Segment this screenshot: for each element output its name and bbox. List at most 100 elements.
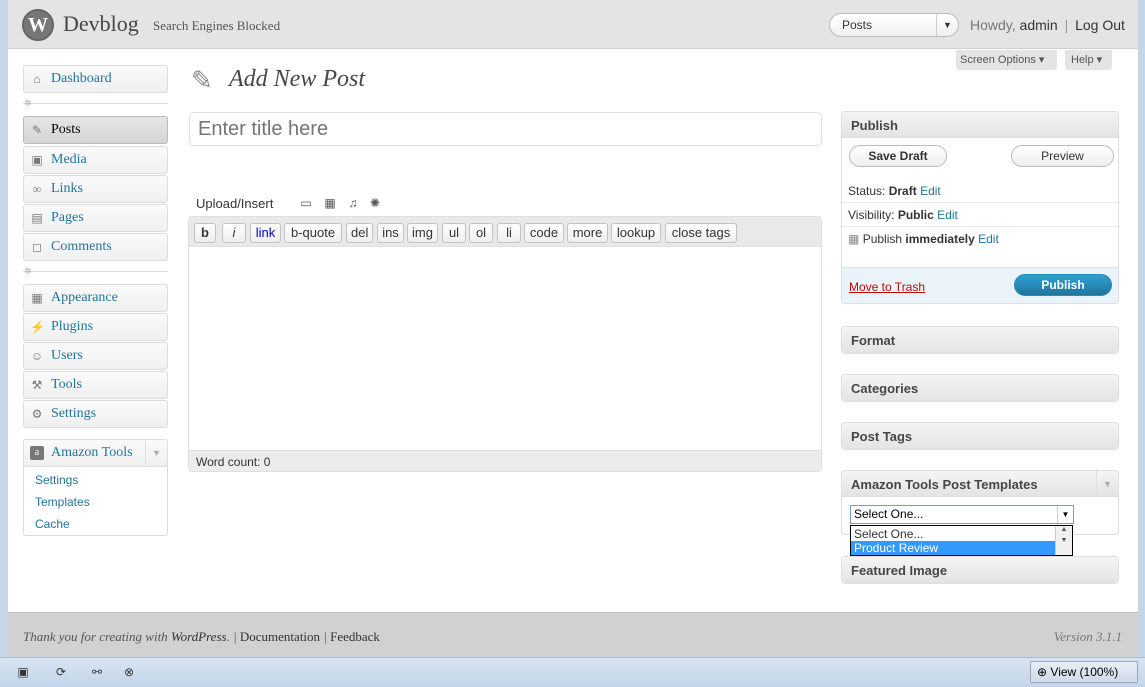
submenu-settings[interactable]: Settings bbox=[35, 473, 78, 487]
sync-icon[interactable]: ⟳ bbox=[52, 664, 70, 680]
network-icon[interactable]: ⚯ bbox=[88, 664, 106, 680]
qt-code-button[interactable]: code bbox=[524, 223, 564, 243]
post-tags-box-title[interactable]: Post Tags bbox=[842, 423, 1118, 449]
qt-ol-button[interactable]: ol bbox=[469, 223, 493, 243]
publish-box: Publish Save Draft Preview Status: Draft… bbox=[841, 111, 1119, 304]
browser-status-bar: ▣ ⟳ ⚯ ⊗ ⊕ View (100%) bbox=[0, 657, 1145, 687]
separator: | bbox=[1064, 17, 1069, 33]
qt-li-button[interactable]: li bbox=[497, 223, 521, 243]
categories-box-title[interactable]: Categories bbox=[842, 375, 1118, 401]
menu-label: Media bbox=[51, 152, 87, 167]
page-icon: ▤ bbox=[31, 211, 43, 225]
favorite-actions-select[interactable]: Posts ▼ bbox=[829, 13, 959, 37]
preview-button[interactable]: Preview bbox=[1011, 145, 1114, 167]
menu-comments[interactable]: ◻ Comments bbox=[23, 233, 168, 261]
chevron-down-icon[interactable]: ▼ bbox=[145, 440, 167, 467]
menu-pages[interactable]: ▤ Pages bbox=[23, 204, 168, 232]
amazon-icon: a bbox=[30, 446, 44, 460]
qt-ins-button[interactable]: ins bbox=[377, 223, 404, 243]
edit-timestamp-link[interactable]: Edit bbox=[978, 232, 999, 246]
qt-lookup-button[interactable]: lookup bbox=[611, 223, 661, 243]
qt-img-button[interactable]: img bbox=[407, 223, 438, 243]
zoom-label: View (100%) bbox=[1050, 665, 1119, 679]
publish-label: Publish bbox=[862, 232, 903, 246]
menu-users[interactable]: ☺ Users bbox=[23, 342, 168, 370]
qt-del-button[interactable]: del bbox=[346, 223, 373, 243]
qt-ul-button[interactable]: ul bbox=[442, 223, 466, 243]
dropdown-arrow-icon[interactable]: ▼ bbox=[1057, 506, 1073, 523]
featured-image-box-title[interactable]: Featured Image bbox=[842, 557, 1118, 583]
save-draft-button[interactable]: Save Draft bbox=[849, 145, 947, 167]
add-media-icon[interactable]: ✺ bbox=[368, 196, 382, 210]
menu-appearance[interactable]: ▦ Appearance bbox=[23, 284, 168, 312]
publish-button[interactable]: Publish bbox=[1014, 274, 1112, 296]
shield-icon[interactable]: ⊗ bbox=[120, 664, 138, 680]
word-count: Word count: 0 bbox=[189, 450, 821, 471]
appearance-icon: ▦ bbox=[31, 291, 43, 305]
template-option-selected[interactable]: Product Review bbox=[851, 541, 1055, 555]
add-audio-icon[interactable]: ♫ bbox=[346, 196, 360, 210]
chevron-down-icon[interactable]: ▼ bbox=[1096, 471, 1118, 497]
qt-bold-button[interactable]: b bbox=[194, 223, 216, 243]
visibility-value: Public bbox=[897, 208, 934, 222]
site-title[interactable]: Devblog bbox=[63, 11, 139, 37]
post-content-textarea[interactable] bbox=[189, 248, 821, 449]
scroll-up-icon[interactable]: ▲ bbox=[1056, 526, 1072, 533]
edit-status-link[interactable]: Edit bbox=[920, 184, 941, 198]
submenu-templates[interactable]: Templates bbox=[35, 495, 90, 509]
schedule-row: ▦ Publish immediately Edit bbox=[848, 232, 999, 246]
chevron-down-icon[interactable]: ▼ bbox=[936, 14, 958, 36]
help-button[interactable]: Help ▾ bbox=[1065, 50, 1112, 70]
calendar-icon: ▦ bbox=[848, 232, 860, 246]
menu-media[interactable]: ▣ Media bbox=[23, 146, 168, 174]
username-link[interactable]: admin bbox=[1020, 17, 1058, 33]
post-title-input[interactable] bbox=[189, 112, 822, 146]
format-box-title[interactable]: Format bbox=[842, 327, 1118, 353]
featured-image-box: Featured Image bbox=[841, 556, 1119, 584]
qt-link-button[interactable]: link bbox=[250, 223, 281, 243]
documentation-link[interactable]: Documentation bbox=[240, 629, 320, 644]
feedback-link[interactable]: Feedback bbox=[330, 629, 380, 644]
divider bbox=[842, 226, 1118, 227]
template-select[interactable]: Select One... ▼ bbox=[850, 505, 1074, 524]
user-greeting: Howdy, admin | Log Out bbox=[970, 17, 1125, 33]
zoom-control[interactable]: ⊕ View (100%) bbox=[1030, 661, 1138, 683]
add-image-icon[interactable]: ▭ bbox=[299, 196, 313, 210]
qt-blockquote-button[interactable]: b-quote bbox=[284, 223, 342, 243]
edit-visibility-link[interactable]: Edit bbox=[937, 208, 958, 222]
menu-tools[interactable]: ⚒ Tools bbox=[23, 371, 168, 399]
footer-credits: Thank you for creating with WordPress. |… bbox=[23, 629, 380, 644]
divider bbox=[842, 202, 1118, 203]
major-publishing-actions: Move to Trash Publish bbox=[842, 267, 1118, 303]
template-select-value: Select One... bbox=[854, 507, 924, 521]
menu-label: Dashboard bbox=[51, 71, 112, 86]
panel-toggle-icon[interactable]: ▣ bbox=[14, 664, 32, 680]
menu-dashboard[interactable]: ⌂ Dashboard bbox=[23, 65, 168, 93]
post-editor: b i link b-quote del ins img ul ol li co… bbox=[188, 216, 822, 472]
dropdown-scrollbar[interactable]: ▲ ▼ bbox=[1055, 526, 1072, 555]
menu-plugins[interactable]: ⚡ Plugins bbox=[23, 313, 168, 341]
template-option[interactable]: Select One... bbox=[851, 527, 1055, 541]
add-video-icon[interactable]: ▦ bbox=[323, 196, 337, 210]
logout-link[interactable]: Log Out bbox=[1075, 17, 1125, 33]
menu-settings[interactable]: ⚙ Settings bbox=[23, 400, 168, 428]
menu-posts[interactable]: ✎ Posts bbox=[23, 116, 168, 144]
pushpin-icon: ✎ bbox=[31, 123, 43, 137]
amazon-templates-box-title[interactable]: Amazon Tools Post Templates bbox=[842, 471, 1118, 497]
move-to-trash-link[interactable]: Move to Trash bbox=[849, 280, 925, 294]
qt-close-tags-button[interactable]: close tags bbox=[665, 223, 737, 243]
quicktags-toolbar: b i link b-quote del ins img ul ol li co… bbox=[189, 217, 821, 247]
qt-italic-button[interactable]: i bbox=[222, 223, 246, 243]
status-row: Status: Draft Edit bbox=[848, 184, 941, 198]
publish-box-title[interactable]: Publish bbox=[842, 112, 1118, 138]
amazon-tools-header[interactable]: a Amazon Tools ▼ bbox=[24, 440, 167, 467]
submenu-cache[interactable]: Cache bbox=[35, 517, 70, 531]
plug-icon: ⚡ bbox=[30, 320, 45, 334]
qt-more-button[interactable]: more bbox=[567, 223, 608, 243]
scroll-down-icon[interactable]: ▼ bbox=[1056, 537, 1072, 544]
screen-options-button[interactable]: Screen Options ▾ bbox=[956, 50, 1057, 70]
menu-links[interactable]: ∞ Links bbox=[23, 175, 168, 203]
wordpress-link[interactable]: WordPress bbox=[171, 629, 227, 644]
separator-handle-icon: ✲ bbox=[24, 266, 32, 276]
menu-label: Tools bbox=[51, 377, 82, 392]
